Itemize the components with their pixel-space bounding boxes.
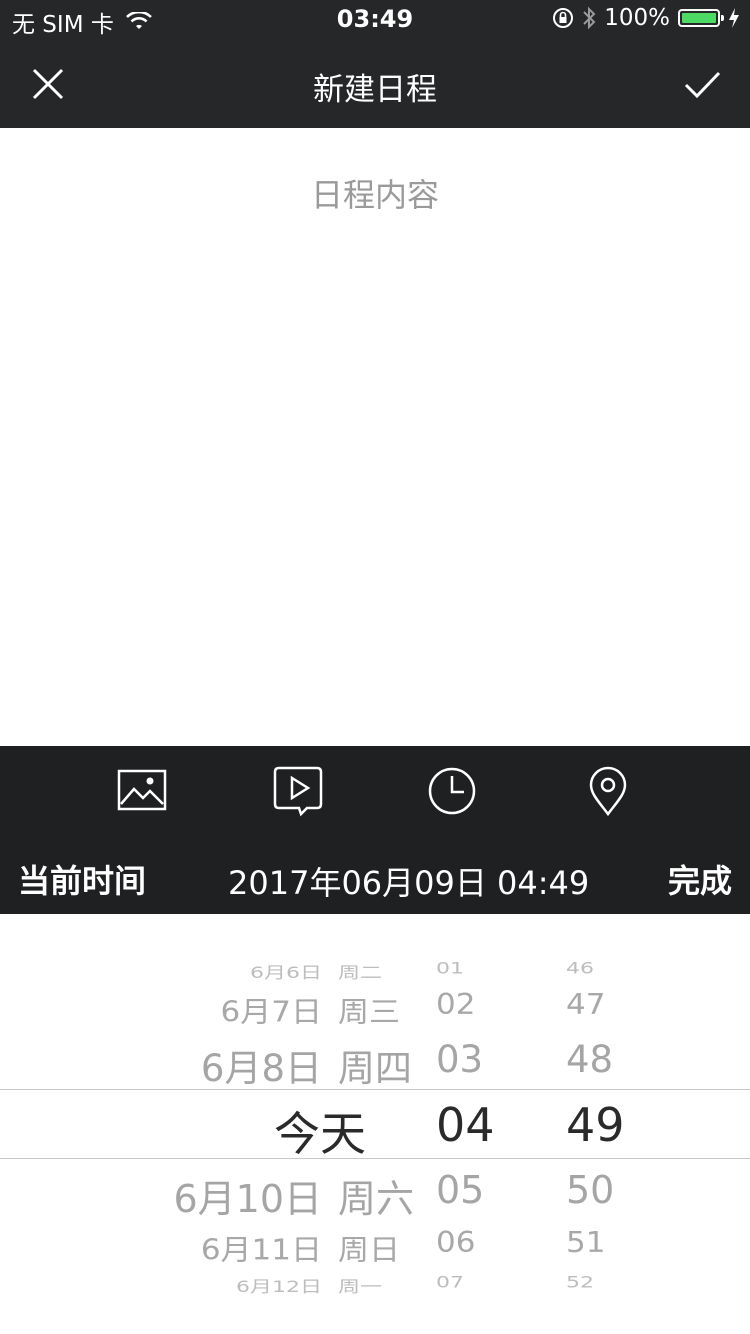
picker-minute: 46 [566,959,594,978]
picker-date: 6月6日 [250,964,322,983]
picker-row[interactable]: 6月8日 周四 03 48 [0,1038,750,1094]
picker-minute: 47 [566,988,606,1022]
battery-percent: 100% [604,5,670,31]
battery-icon [678,9,724,27]
picker-hour: 03 [436,1038,484,1081]
picker-date: 6月11日 [200,1233,322,1267]
add-time-button[interactable] [425,764,479,818]
schedule-content-input[interactable]: 日程内容 [0,128,750,746]
add-image-button[interactable] [115,764,169,818]
nav-bar: 新建日程 [0,40,750,128]
video-icon [273,766,323,817]
location-icon [589,766,627,817]
picker-hour: 06 [436,1226,476,1260]
picker-selection-bottom-line [0,1158,750,1159]
content-placeholder: 日程内容 [310,176,439,214]
charging-icon [729,8,739,28]
orientation-lock-icon [553,8,574,28]
picker-row[interactable]: 6月10日 周六 05 50 [0,1168,750,1224]
picker-hour: 07 [436,1273,464,1292]
status-right: 100% [552,5,740,31]
done-button[interactable]: 完成 [668,856,732,902]
clock-icon [428,767,476,815]
picker-weekday: 周二 [338,964,383,983]
picker-hour: 05 [436,1168,485,1212]
picker-date: 6月10日 [173,1177,322,1221]
picker-row[interactable]: 6月7日 周三 02 47 [0,988,750,1040]
picker-date: 6月12日 [236,1278,322,1297]
add-video-button[interactable] [271,764,325,818]
picker-weekday: 周三 [338,995,400,1029]
picker-row-selected[interactable]: 今天 04 49 [0,1098,750,1161]
picker-date: 今天 [274,1107,366,1161]
page-title: 新建日程 [313,72,437,108]
picker-minute: 49 [566,1098,625,1152]
picker-weekday: 周四 [338,1047,412,1090]
attachment-toolbar [0,746,750,836]
picker-hour: 01 [436,959,464,978]
picker-hour: 04 [436,1098,495,1152]
picker-weekday: 周日 [338,1233,400,1267]
status-bar: 无 SIM 卡 03:49 100% [0,0,750,40]
add-location-button[interactable] [581,764,635,818]
current-time-button[interactable]: 当前时间 [18,856,146,902]
picker-minute: 48 [566,1038,614,1081]
picker-date: 6月7日 [220,995,322,1029]
picker-minute: 51 [566,1226,606,1260]
bluetooth-icon [583,6,596,30]
picker-hour: 02 [436,988,476,1022]
picker-weekday: 周六 [338,1177,415,1221]
picker-weekday: 周一 [338,1278,383,1297]
time-bar: 当前时间 2017年06月09日 04:49 完成 [0,836,750,914]
confirm-button[interactable] [682,64,722,104]
checkmark-icon [684,71,721,99]
image-icon [117,769,167,811]
picker-date: 6月8日 [200,1047,322,1090]
picker-row[interactable]: 6月12日 周一 07 52 [0,1274,750,1314]
picker-row[interactable]: 6月11日 周日 06 51 [0,1226,750,1278]
picker-minute: 52 [566,1273,594,1292]
datetime-picker[interactable]: 6月6日 周二 01 46 6月7日 周三 02 47 6月8日 周四 03 48 今天 04 49 6月10… [0,914,750,1334]
selected-datetime: 2017年06月09日 04:49 [228,864,590,902]
picker-minute: 50 [566,1168,615,1212]
